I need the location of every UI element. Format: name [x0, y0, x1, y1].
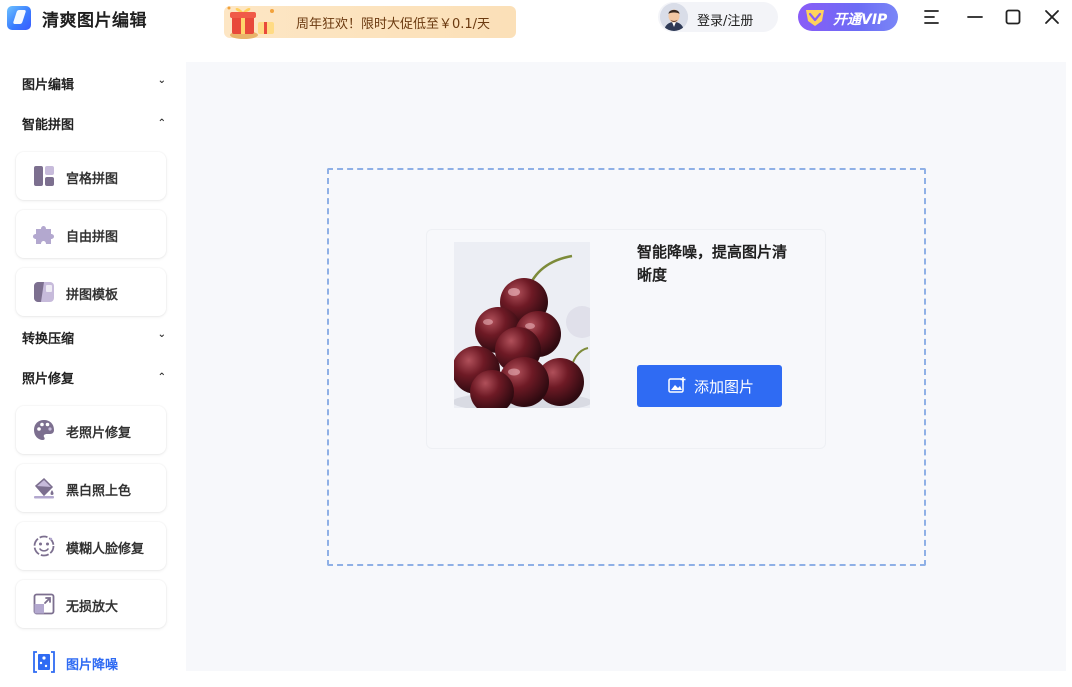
chevron-down-icon: ⌄: [157, 75, 166, 86]
sidebar-group-smart-collage[interactable]: 智能拼图 ⌃: [22, 114, 168, 133]
tool-label: 无损放大: [66, 600, 119, 615]
feature-card: 智能降噪，提高图片清晰度 添加图片: [426, 229, 826, 449]
login-button[interactable]: 登录/注册: [658, 2, 778, 32]
avatar: [660, 3, 688, 31]
gift-box-icon: [227, 6, 274, 39]
group-label: 图片编辑: [22, 78, 75, 93]
palette-icon: [34, 420, 54, 440]
grid-collage-icon: [34, 166, 54, 186]
denoise-icon: [33, 651, 55, 673]
tool-label: 黑白照上色: [66, 484, 132, 499]
sidebar-item-old-photo-repair[interactable]: 老照片修复: [16, 406, 166, 454]
workspace: 智能降噪，提高图片清晰度 添加图片: [186, 62, 1066, 671]
promo-text: 周年狂欢！限时大促低至￥0.1/天: [296, 17, 491, 32]
sidebar-item-face-repair[interactable]: 模糊人脸修复: [16, 522, 166, 570]
tool-label: 自由拼图: [66, 230, 119, 245]
menu-icon[interactable]: [922, 7, 942, 27]
minimize-icon[interactable]: [965, 7, 985, 27]
tool-label: 宫格拼图: [66, 172, 119, 187]
cherries-image: [454, 242, 590, 408]
vip-button[interactable]: 开通VIP: [798, 3, 898, 31]
title-bar: 清爽图片编辑 周年狂欢！限时大促低至￥0.1/天 登录/注册 开通VIP: [0, 0, 1072, 39]
tool-label: 拼图模板: [66, 288, 119, 303]
chevron-down-icon: ⌄: [157, 329, 166, 340]
sidebar: 图片编辑 ⌄ 智能拼图 ⌃ 宫格拼图 自由拼图 拼图模板 转换压缩 ⌄ 照片修复…: [0, 52, 186, 687]
enlarge-icon: [33, 593, 55, 615]
app-logo-icon: [7, 6, 31, 30]
close-icon[interactable]: [1042, 7, 1062, 27]
sample-image: [454, 242, 590, 408]
vip-label: 开通VIP: [833, 12, 888, 28]
feature-description: 智能降噪，提高图片清晰度: [637, 243, 788, 284]
group-label: 照片修复: [22, 372, 75, 387]
sidebar-item-colorize[interactable]: 黑白照上色: [16, 464, 166, 512]
add-image-label: 添加图片: [694, 378, 755, 396]
sidebar-group-convert-compress[interactable]: 转换压缩 ⌄: [22, 328, 168, 347]
add-image-button[interactable]: 添加图片: [637, 365, 782, 407]
sidebar-item-free-collage[interactable]: 自由拼图: [16, 210, 166, 258]
tool-label: 老照片修复: [66, 426, 132, 441]
puzzle-piece-icon: [33, 226, 54, 244]
app-title: 清爽图片编辑: [42, 11, 147, 31]
tool-label: 模糊人脸修复: [66, 542, 145, 557]
sidebar-group-photo-repair[interactable]: 照片修复 ⌃: [22, 368, 168, 387]
sidebar-item-denoise[interactable]: 图片降噪: [16, 638, 166, 686]
user-avatar-icon: [660, 3, 688, 31]
chevron-up-icon: ⌃: [157, 118, 166, 129]
maximize-icon[interactable]: [1003, 7, 1023, 27]
tool-label: 图片降噪: [66, 658, 119, 673]
vip-crown-icon: [806, 10, 824, 26]
sidebar-item-lossless-enlarge[interactable]: 无损放大: [16, 580, 166, 628]
paint-bucket-icon: [34, 477, 54, 499]
login-label: 登录/注册: [697, 14, 754, 29]
template-icon: [34, 282, 54, 302]
chevron-up-icon: ⌃: [157, 372, 166, 383]
sidebar-item-collage-template[interactable]: 拼图模板: [16, 268, 166, 316]
sidebar-group-image-edit[interactable]: 图片编辑 ⌄: [22, 74, 168, 93]
group-label: 转换压缩: [22, 332, 75, 347]
promo-banner[interactable]: 周年狂欢！限时大促低至￥0.1/天: [224, 6, 516, 39]
face-icon: [33, 535, 55, 557]
sidebar-item-grid-collage[interactable]: 宫格拼图: [16, 152, 166, 200]
group-label: 智能拼图: [22, 118, 75, 133]
add-image-icon: [668, 377, 686, 393]
